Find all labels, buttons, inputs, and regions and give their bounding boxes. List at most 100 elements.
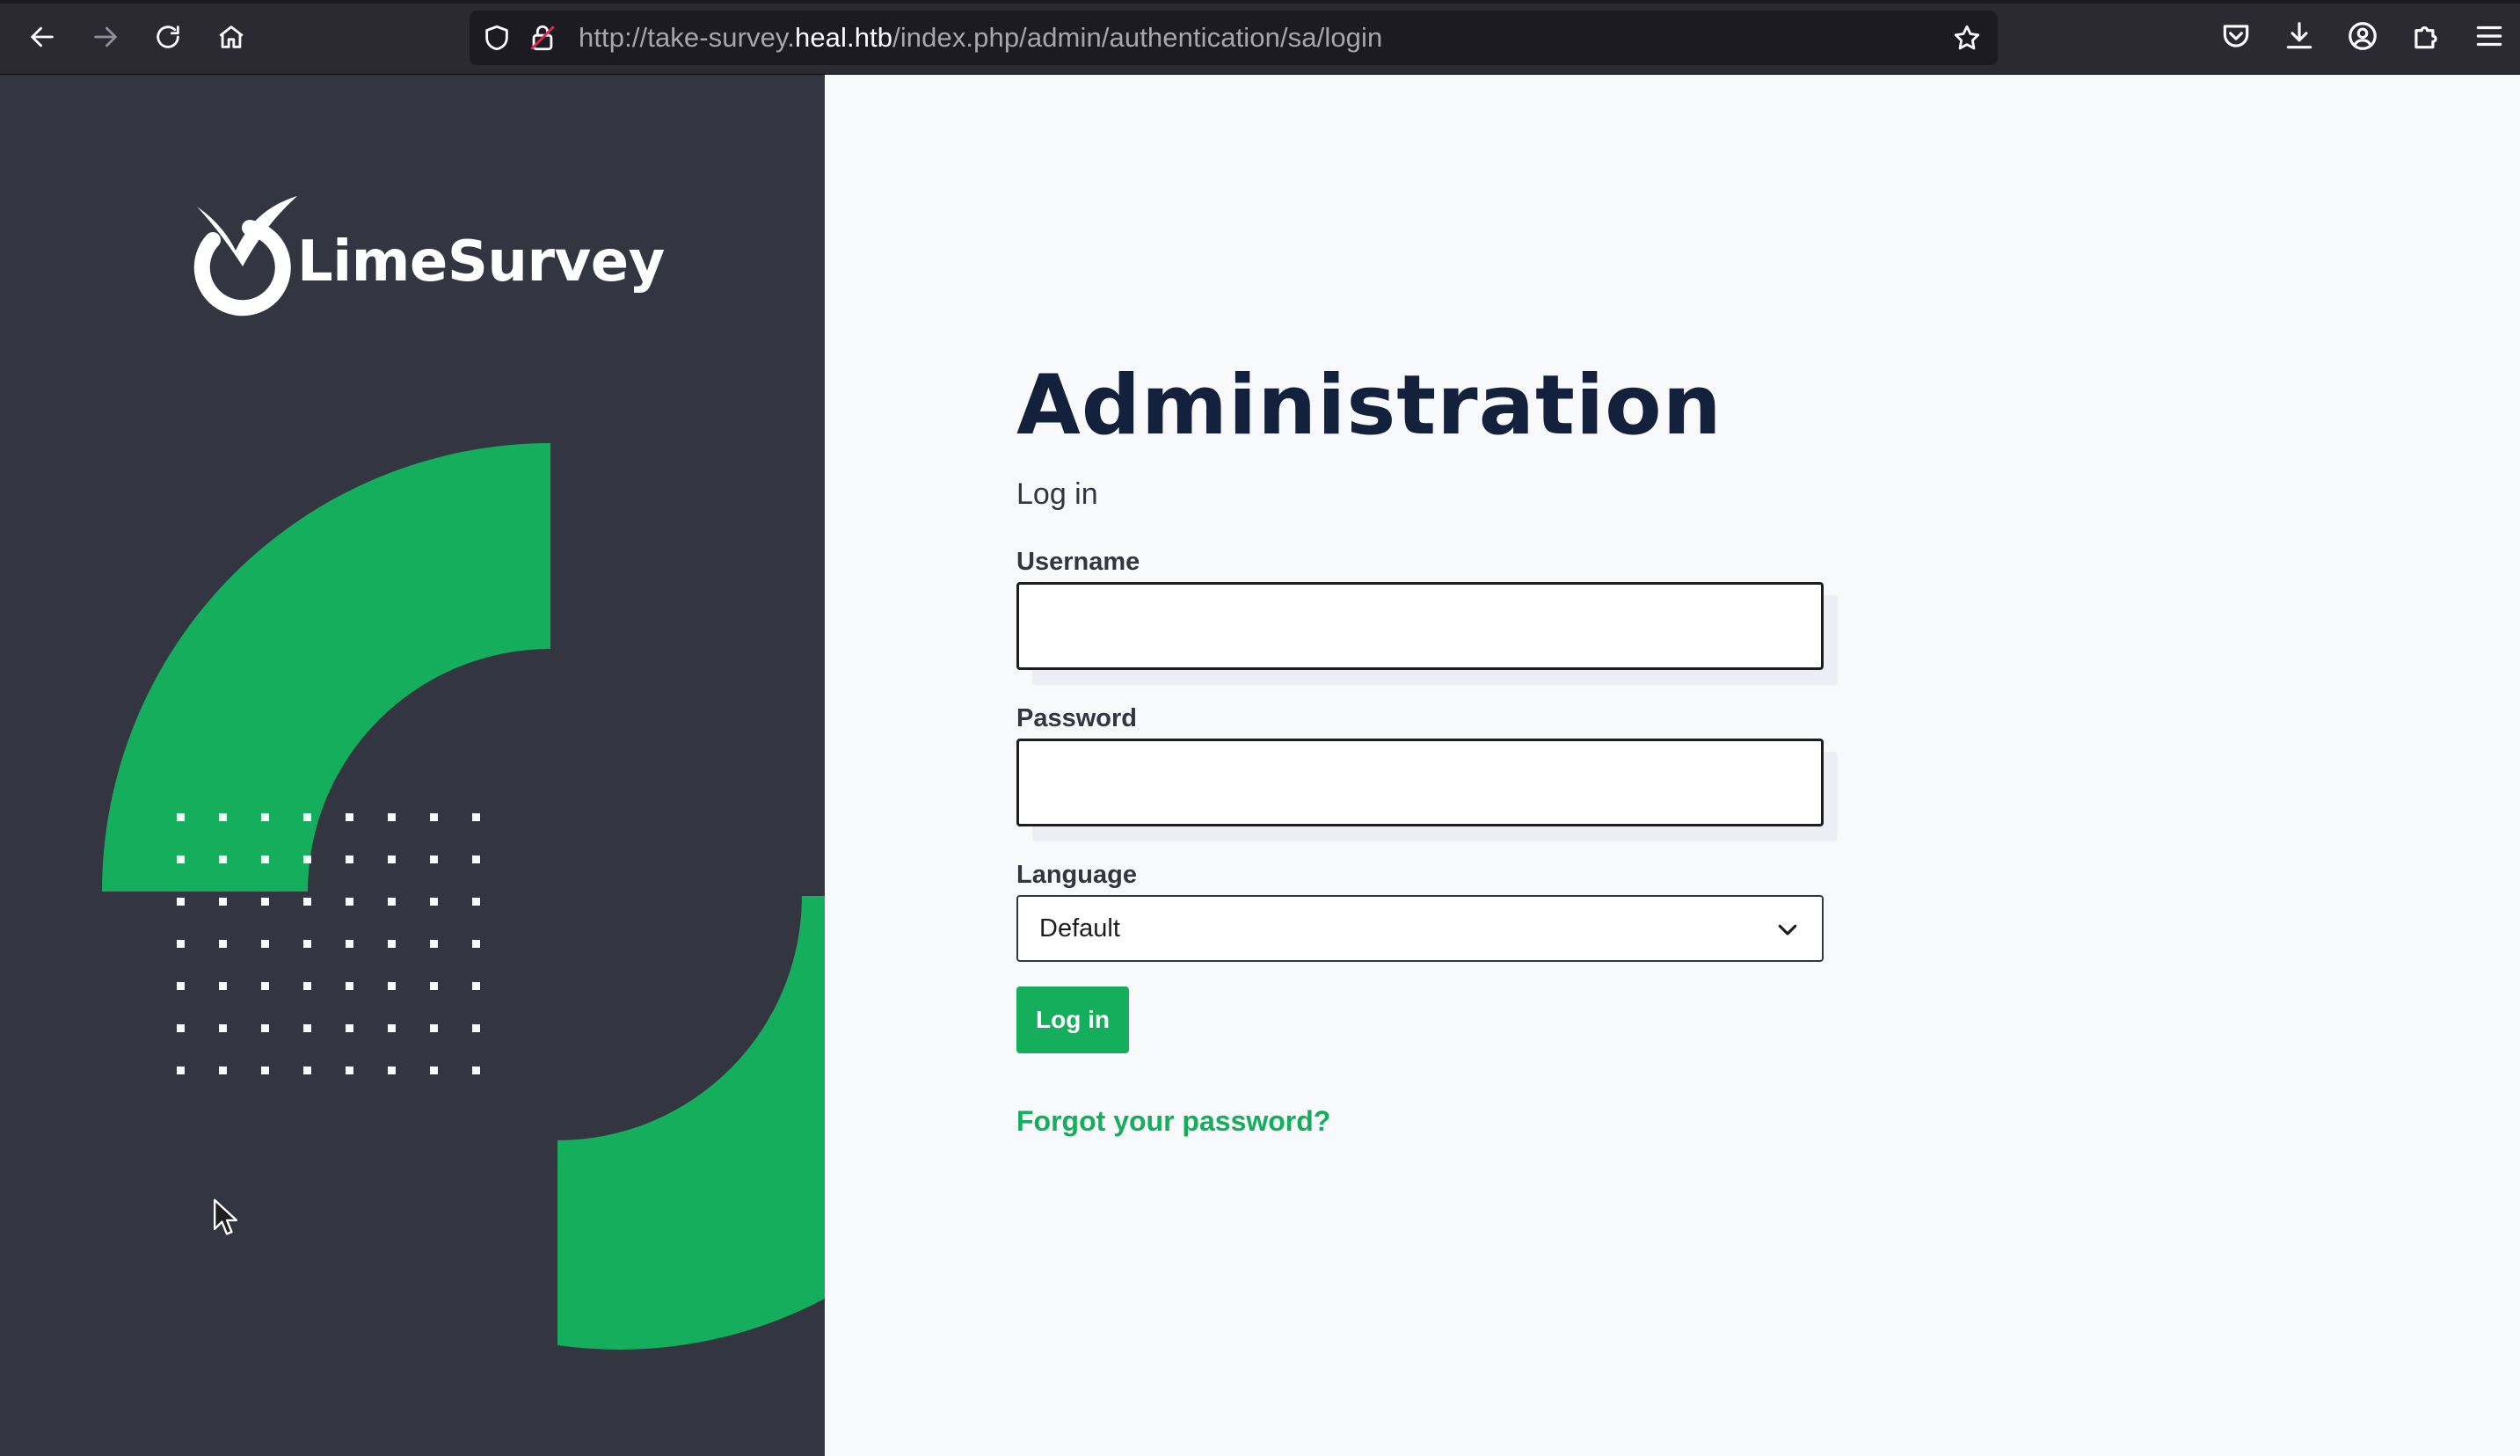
decorative-dot (472, 898, 480, 906)
back-button[interactable] (20, 15, 64, 59)
decorative-dot (303, 813, 311, 821)
page-title: Administration (1016, 358, 1722, 454)
url-prefix: http://take-survey. (579, 22, 795, 53)
home-button[interactable] (209, 15, 253, 59)
green-quarter-ring-bottom (557, 896, 825, 1350)
pocket-icon (2223, 25, 2249, 47)
password-input[interactable] (1016, 739, 1824, 826)
decorative-dot (219, 982, 227, 990)
decorative-dot (430, 1024, 438, 1032)
decorative-dot (261, 813, 269, 821)
app-menu-button[interactable] (2473, 19, 2506, 53)
login-area: Administration Log in Username Password … (825, 75, 2520, 1456)
lock-insecure-icon[interactable] (528, 23, 557, 53)
decorative-dot (430, 982, 438, 990)
username-label: Username (1016, 548, 1140, 576)
username-input[interactable] (1016, 582, 1824, 670)
reload-icon (157, 25, 179, 48)
account-button[interactable] (2346, 19, 2379, 53)
decorative-dot (219, 855, 227, 863)
page-subtitle: Log in (1016, 477, 1098, 511)
green-quarter-ring-top (102, 443, 550, 892)
decorative-dot (261, 855, 269, 863)
decorative-dot (219, 898, 227, 906)
decorative-dot (177, 982, 185, 990)
decorative-dot (472, 813, 480, 821)
url-text[interactable]: http://take-survey.heal.htb/index.php/ad… (579, 22, 1382, 54)
decorative-dot (219, 940, 227, 948)
password-label: Password (1016, 704, 1137, 732)
decorative-dot (177, 940, 185, 948)
limesurvey-logo-icon (193, 196, 297, 317)
mouse-cursor-icon (213, 1198, 238, 1235)
decorative-dot (346, 940, 353, 948)
decorative-dot (303, 940, 311, 948)
brand-panel: LimeSurvey (0, 75, 825, 1456)
account-icon (2349, 22, 2377, 50)
decorative-dot (430, 855, 438, 863)
decorative-dot (388, 813, 396, 821)
language-selected-value: Default (1039, 914, 1120, 943)
decorative-dot (346, 982, 353, 990)
decorative-dot (388, 982, 396, 990)
decorative-dot (303, 1067, 311, 1074)
shield-icon[interactable] (482, 23, 512, 53)
arrow-left-icon (31, 26, 54, 47)
forgot-password-link[interactable]: Forgot your password? (1016, 1105, 1330, 1138)
decorative-dot (303, 1024, 311, 1032)
extensions-button[interactable] (2409, 19, 2443, 53)
url-host: heal.htb (794, 22, 893, 53)
decorative-dot (346, 813, 353, 821)
decorative-dot (261, 898, 269, 906)
star-icon[interactable] (1952, 23, 1982, 53)
decorative-dot (388, 898, 396, 906)
pocket-button[interactable] (2219, 19, 2253, 53)
browser-toolbar: http://take-survey.heal.htb/index.php/ad… (0, 0, 2520, 75)
decorative-dot (388, 1024, 396, 1032)
decorative-dot (303, 898, 311, 906)
logo-text: LimeSurvey (297, 229, 665, 295)
decorative-dot (219, 1067, 227, 1074)
decorative-dot (346, 855, 353, 863)
limesurvey-logo: LimeSurvey (188, 194, 665, 317)
decorative-dot (430, 813, 438, 821)
chevron-down-icon (1778, 924, 1797, 935)
decorative-dot (472, 1067, 480, 1074)
decorative-dot (261, 1024, 269, 1032)
address-bar[interactable]: http://take-survey.heal.htb/index.php/ad… (470, 11, 1998, 65)
decorative-dot (388, 1067, 396, 1074)
downloads-button[interactable] (2283, 19, 2316, 53)
decorative-dot (219, 813, 227, 821)
window-top-edge (0, 0, 2520, 4)
decorative-dot (430, 898, 438, 906)
login-button[interactable]: Log in (1016, 986, 1129, 1053)
decorative-dot (346, 1024, 353, 1032)
decorative-dot (177, 1024, 185, 1032)
forward-button[interactable] (84, 15, 127, 59)
decorative-dot (261, 940, 269, 948)
language-select[interactable]: Default (1016, 895, 1824, 962)
decorative-dot (430, 1067, 438, 1074)
download-icon (2286, 22, 2312, 49)
decorative-dot (472, 940, 480, 948)
language-label: Language (1016, 861, 1137, 889)
decorative-dot (177, 898, 185, 906)
decorative-dot (177, 855, 185, 863)
reload-button[interactable] (146, 15, 190, 59)
arrow-right-icon (94, 26, 117, 47)
hamburger-menu-icon (2476, 25, 2502, 47)
decorative-dot (177, 1067, 185, 1074)
decorative-dot (430, 940, 438, 948)
puzzle-icon (2414, 25, 2437, 49)
decorative-dot (472, 982, 480, 990)
decorative-dot (303, 982, 311, 990)
decorative-dot (177, 813, 185, 821)
decorative-dot (346, 898, 353, 906)
url-path: /index.php/admin/authentication/sa/login (892, 22, 1383, 53)
decorative-dot (472, 855, 480, 863)
home-icon (219, 25, 244, 48)
decorative-dot (346, 1067, 353, 1074)
decorative-dot (219, 1024, 227, 1032)
decorative-dot (261, 1067, 269, 1074)
decorative-dot (388, 855, 396, 863)
